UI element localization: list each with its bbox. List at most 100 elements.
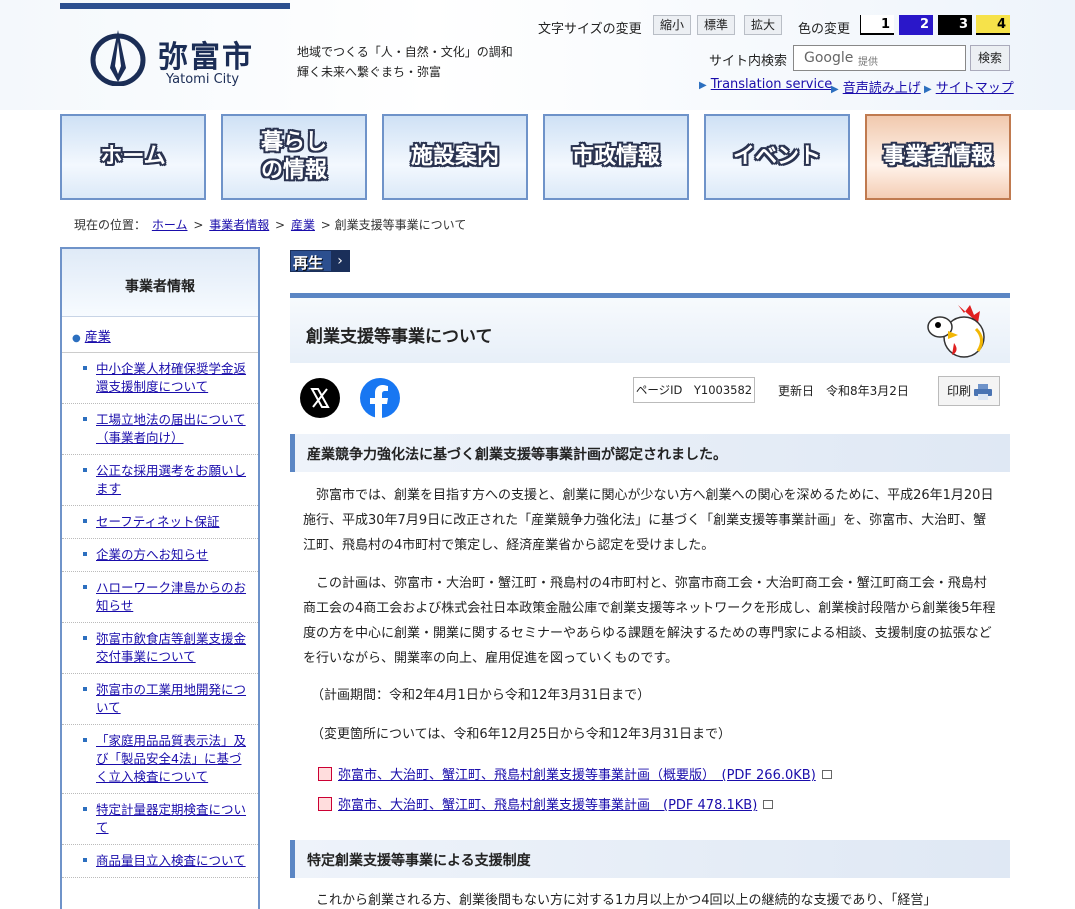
gnav-business[interactable]: 事業者情報 — [865, 114, 1011, 200]
print-button[interactable]: 印刷 — [938, 376, 1000, 406]
sidebar-category: ● 産業 — [62, 317, 258, 353]
sidebar-item-link[interactable]: 商品量目立入検査について — [96, 853, 246, 868]
share-x-button[interactable] — [300, 378, 340, 418]
color-scheme-2-button[interactable]: 2 — [899, 15, 933, 35]
sidebar-item: セーフティネット保証 — [62, 506, 258, 539]
read-aloud-play-button[interactable]: 再生 › — [290, 250, 350, 272]
site-search-button[interactable]: 検索 — [970, 45, 1010, 71]
sidebar-item-link[interactable]: セーフティネット保証 — [96, 514, 220, 529]
play-label: 再生 — [293, 254, 324, 272]
sidebar-item-link[interactable]: 弥富市の工業用地開発について — [96, 682, 246, 715]
bullet-icon — [83, 417, 87, 421]
gnav-facilities[interactable]: 施設案内 — [382, 114, 528, 200]
page-title: 創業支援等事業について — [306, 327, 493, 347]
city-name-en: Yatomi City — [166, 72, 240, 87]
gnav-living[interactable]: 暮らし の情報 — [221, 114, 367, 200]
external-window-icon — [763, 800, 774, 809]
breadcrumb-home-link[interactable]: ホーム — [152, 218, 188, 232]
bullet-icon — [83, 366, 87, 370]
sidebar-item: 公正な採用選考をお願いします — [62, 455, 258, 506]
site-search-input[interactable]: Google 提供 — [793, 45, 966, 71]
print-label: 印刷 — [947, 384, 972, 398]
gnav-events[interactable]: イベント — [704, 114, 850, 200]
voice-reader-link[interactable]: ▶ 音声読み上げ — [831, 77, 921, 96]
bullet-icon — [83, 585, 87, 589]
breadcrumb-separator: > — [193, 218, 204, 232]
font-size-larger-button[interactable]: 拡大 — [744, 15, 783, 35]
section-heading: 産業競争力強化法に基づく創業支援等事業計画が認定されました。 — [290, 434, 1010, 472]
body-paragraph: この計画は、弥富市・大治町・蟹江町・飛島村の4市町村と、弥富市商工会・大治町商工… — [303, 576, 996, 666]
gnav-home[interactable]: ホーム — [60, 114, 206, 200]
header-accent-bar — [60, 3, 290, 9]
bullet-icon — [83, 552, 87, 556]
arrow-right-icon: ▶ — [831, 84, 839, 95]
font-size-smaller-button[interactable]: 縮小 — [653, 15, 692, 35]
sidebar-item-link[interactable]: 特定計量器定期検査について — [96, 802, 246, 835]
bullet-icon — [83, 807, 87, 811]
bullet-icon — [83, 519, 87, 523]
pdf-link-full[interactable]: 弥富市、大治町、蟹江町、飛島村創業支援等事業計画 (PDF 478.1KB) — [318, 794, 774, 813]
color-change-label: 色の変更 — [798, 22, 851, 37]
color-scheme-4-button[interactable]: 4 — [976, 15, 1010, 35]
external-window-icon — [821, 770, 832, 779]
play-icon: › — [331, 251, 349, 271]
sidebar-item-link[interactable]: 工場立地法の届出について（事業者向け） — [96, 412, 246, 445]
bullet-icon — [83, 687, 87, 691]
updated-date: 更新日 令和8年3月2日 — [778, 384, 909, 398]
pdf-link-summary[interactable]: 弥富市、大治町、蟹江町、飛島村創業支援等事業計画（概要版） (PDF 266.0… — [318, 764, 832, 783]
sidebar-item: 弥富市の工業用地開発について — [62, 674, 258, 725]
sidebar-item-link[interactable]: 企業の方へお知らせ — [96, 547, 208, 562]
font-size-label: 文字サイズの変更 — [538, 22, 642, 37]
sidebar-category-link[interactable]: 産業 — [85, 330, 111, 345]
change-period-text: （変更箇所については、令和6年12月25日から令和12年3月31日まで） — [311, 727, 732, 742]
sidebar-title: 事業者情報 — [125, 279, 195, 295]
sidebar-item-link[interactable]: 「家庭用品品質表示法」及び「製品安全4法」に基づく立入検査について — [96, 733, 246, 784]
site-logo[interactable]: 弥富市 Yatomi City — [90, 28, 260, 90]
bullet-icon — [83, 636, 87, 640]
sidebar-item: 商品量目立入検査について — [62, 845, 258, 878]
sidebar-header: 事業者情報 — [62, 249, 258, 317]
body-paragraph: これから創業される方、創業後間もない方に対する1カ月以上かつ4回以上の継続的な支… — [316, 893, 937, 908]
printer-icon — [974, 384, 992, 400]
translation-link[interactable]: ▶ Translation service — [699, 77, 832, 92]
font-size-standard-button[interactable]: 標準 — [697, 15, 736, 35]
breadcrumb-business-link[interactable]: 事業者情報 — [209, 218, 269, 232]
sidebar-item: 企業の方へお知らせ — [62, 539, 258, 572]
bullet-icon — [83, 738, 87, 742]
sidebar: 事業者情報 ● 産業 中小企業人材確保奨学金返還支援制度について 工場立地法の届出… — [60, 247, 260, 909]
sidebar-item: 工場立地法の届出について（事業者向け） — [62, 404, 258, 455]
bullet-icon — [83, 468, 87, 472]
color-scheme-1-button[interactable]: 1 — [860, 15, 894, 35]
gnav-city-admin[interactable]: 市政情報 — [543, 114, 689, 200]
body-paragraph: 弥富市では、創業を目指す方への支援と、創業に関心が少ない方へ創業への関心を深める… — [303, 488, 994, 553]
sitemap-link[interactable]: ▶ サイトマップ — [924, 77, 1014, 96]
sidebar-item-link[interactable]: 中小企業人材確保奨学金返還支援制度について — [96, 361, 246, 394]
share-facebook-button[interactable] — [360, 378, 400, 418]
page-id-badge: ページID Y1003582 — [633, 377, 755, 403]
site-slogan: 地域でつくる「人・自然・文化」の調和 輝く未来へ繋ぐまち・弥富 — [297, 42, 513, 82]
pdf-file-icon — [318, 767, 332, 781]
section-heading: 特定創業支援等事業による支援制度 — [290, 840, 1010, 878]
city-emblem-icon — [90, 30, 146, 86]
arrow-right-icon: ▶ — [699, 80, 707, 91]
bullet-icon: ● — [72, 333, 81, 344]
breadcrumb-prefix: 現在の位置： — [74, 218, 147, 232]
site-search-label: サイト内検索 — [709, 54, 788, 69]
google-brand-text: Google — [804, 50, 854, 66]
city-name: 弥富市 — [158, 40, 254, 75]
mascot-chicken-icon — [927, 305, 985, 358]
breadcrumb-separator: > — [275, 218, 286, 232]
bullet-icon — [83, 858, 87, 862]
breadcrumb-industry-link[interactable]: 産業 — [291, 218, 315, 232]
sidebar-item: 中小企業人材確保奨学金返還支援制度について — [62, 353, 258, 404]
google-provided-text: 提供 — [858, 57, 878, 68]
sidebar-item: 特定計量器定期検査について — [62, 794, 258, 845]
breadcrumb-current: 創業支援等事業について — [334, 218, 467, 232]
sidebar-item-link[interactable]: 弥富市飲食店等創業支援金交付事業について — [96, 631, 246, 664]
sidebar-item-link[interactable]: 公正な採用選考をお願いします — [96, 463, 246, 496]
sidebar-item-link[interactable]: ハローワーク津島からのお知らせ — [96, 580, 246, 613]
facebook-logo-icon — [370, 385, 388, 418]
color-scheme-3-button[interactable]: 3 — [938, 15, 972, 35]
pdf-file-icon — [318, 797, 332, 811]
breadcrumb: 現在の位置： ホーム > 事業者情報 > 産業 > 創業支援等事業について — [74, 216, 466, 233]
